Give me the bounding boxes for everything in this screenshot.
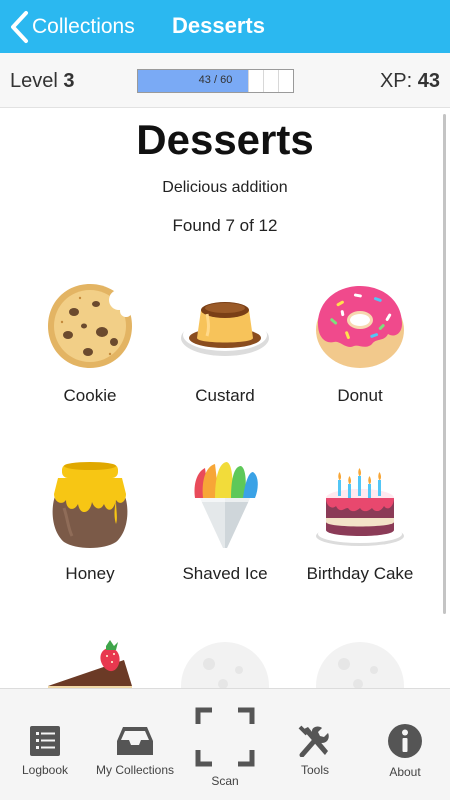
bottom-navigation: Logbook My Collections Scan Tools About — [0, 688, 450, 800]
level-label: Level — [10, 70, 58, 92]
collection-content[interactable]: Desserts Delicious addition Found 7 of 1… — [0, 108, 450, 688]
top-app-bar: Collections Desserts — [0, 0, 450, 53]
screen-title: Desserts — [172, 13, 265, 38]
donut-icon — [316, 286, 404, 368]
collection-item-custard[interactable]: Custard — [155, 280, 295, 406]
nav-label: Tools — [300, 763, 329, 777]
tools-icon — [298, 725, 329, 757]
back-button-label: Collections — [32, 15, 135, 38]
xp-label: XP: — [379, 70, 413, 92]
honey-pot-icon — [52, 462, 128, 548]
info-icon — [388, 724, 422, 758]
birthday-cake-icon — [316, 468, 404, 546]
locked-placeholder-icon — [181, 642, 269, 688]
level-indicator: Level 3 — [10, 70, 75, 93]
logbook-icon — [30, 726, 60, 756]
level-value: 3 — [63, 70, 75, 92]
xp-indicator: XP: 43 — [380, 70, 440, 93]
xp-value: 43 — [417, 70, 440, 92]
item-label: Honey — [65, 564, 115, 583]
nav-logbook[interactable]: Logbook — [10, 689, 80, 800]
collection-item-locked[interactable] — [155, 636, 295, 688]
xp-progress-text: 43 / 60 — [198, 74, 233, 86]
cake-slice-icon — [48, 640, 132, 688]
item-label: Shaved Ice — [182, 564, 268, 583]
back-button[interactable]: Collections — [8, 8, 135, 46]
shaved-ice-icon — [193, 462, 258, 548]
item-label: Custard — [195, 386, 255, 405]
chevron-left-icon — [11, 11, 28, 43]
collection-item-cookie[interactable]: Cookie — [20, 280, 160, 406]
collection-item-locked[interactable] — [290, 636, 430, 688]
collection-title: Desserts — [136, 116, 314, 163]
cookie-icon — [48, 284, 132, 368]
level-bar: Level 3 43 / 60 XP: 43 — [0, 53, 450, 108]
collection-subtitle: Delicious addition — [162, 179, 288, 196]
found-count: Found 7 of 12 — [172, 216, 278, 235]
nav-about[interactable]: About — [370, 689, 440, 800]
nav-my-collections[interactable]: My Collections — [90, 689, 180, 800]
item-label: Birthday Cake — [306, 564, 414, 583]
item-label: Donut — [337, 386, 383, 405]
locked-placeholder-icon — [316, 642, 404, 688]
nav-label: My Collections — [95, 763, 175, 777]
nav-label: About — [389, 765, 421, 779]
custard-icon — [181, 302, 269, 356]
scan-frame-icon — [195, 707, 255, 767]
nav-tools[interactable]: Tools — [280, 689, 350, 800]
inbox-tray-icon — [117, 727, 153, 755]
collection-item-cake-slice[interactable] — [20, 636, 160, 688]
item-label: Cookie — [63, 386, 117, 405]
collection-item-honey[interactable]: Honey — [20, 458, 160, 584]
collection-item-shaved-ice[interactable]: Shaved Ice — [155, 458, 295, 584]
xp-progress-bar: 43 / 60 — [137, 69, 294, 93]
nav-scan[interactable]: Scan — [190, 689, 260, 800]
app-screen: Collections Desserts Level 3 43 / 60 XP:… — [0, 0, 450, 800]
nav-label: Scan — [211, 774, 239, 788]
collection-item-donut[interactable]: Donut — [290, 280, 430, 406]
collection-item-birthday-cake[interactable]: Birthday Cake — [290, 458, 430, 584]
nav-label: Logbook — [21, 763, 69, 777]
